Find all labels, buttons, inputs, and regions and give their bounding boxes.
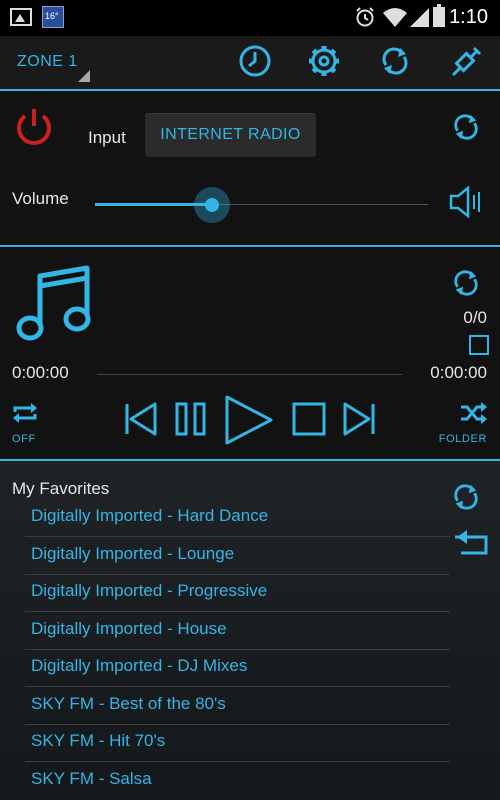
favorites-title: My Favorites	[12, 479, 110, 498]
status-bar: 16° 1:10	[0, 0, 500, 36]
gear-icon[interactable]	[307, 44, 341, 78]
volume-label: Volume	[12, 189, 69, 208]
repeat-icon[interactable]	[12, 402, 38, 424]
favorites-panel: My Favorites Digitally Imported - Hard D…	[0, 461, 500, 800]
favorite-item[interactable]: SKY FM - Best of the 80's	[31, 694, 226, 714]
input-selector[interactable]: INTERNET RADIO	[145, 113, 316, 157]
favorite-item[interactable]: SKY FM - Salsa	[31, 769, 152, 789]
previous-icon[interactable]	[124, 402, 158, 436]
list-separator	[25, 573, 450, 575]
list-separator	[25, 761, 450, 762]
connect-icon[interactable]	[450, 44, 484, 78]
select-checkbox[interactable]	[469, 335, 489, 355]
shuffle-label: FOLDER	[438, 433, 487, 445]
next-icon[interactable]	[342, 402, 376, 436]
back-icon[interactable]	[455, 529, 489, 557]
toolbar-divider	[0, 89, 500, 91]
favorite-item[interactable]: Digitally Imported - Hard Dance	[31, 506, 268, 526]
image-icon	[10, 8, 32, 26]
refresh-player-icon[interactable]	[452, 268, 480, 298]
battery-icon	[433, 4, 445, 27]
list-separator	[25, 648, 450, 650]
track-counter: 0/0	[463, 308, 487, 327]
list-separator	[25, 686, 450, 687]
alarm-icon	[356, 7, 374, 27]
clock-icon[interactable]	[238, 44, 272, 78]
progress-track[interactable]	[97, 374, 402, 375]
speaker-icon[interactable]	[448, 185, 484, 219]
favorite-item[interactable]: Digitally Imported - Lounge	[31, 544, 234, 564]
play-icon[interactable]	[224, 395, 274, 445]
stop-icon[interactable]	[292, 402, 326, 436]
weather-temperature: 16°	[45, 11, 59, 21]
list-separator	[25, 723, 450, 725]
favorite-item[interactable]: SKY FM - Hit 70's	[31, 731, 165, 751]
refresh-icon[interactable]	[380, 45, 410, 77]
list-separator	[25, 611, 450, 612]
music-note-icon	[16, 265, 91, 341]
favorite-item[interactable]: Digitally Imported - Progressive	[31, 581, 267, 601]
volume-slider-thumb[interactable]	[193, 187, 230, 223]
refresh-favorites-icon[interactable]	[452, 482, 480, 512]
elapsed-time: 0:00:00	[12, 363, 69, 382]
zone-selector[interactable]: ZONE 1	[17, 53, 78, 71]
favorite-item[interactable]: Digitally Imported - DJ Mixes	[31, 656, 247, 676]
duration-time: 0:00:00	[430, 363, 487, 382]
input-divider	[0, 245, 500, 247]
dropdown-corner-icon	[78, 70, 90, 82]
shuffle-icon[interactable]	[460, 402, 488, 424]
wifi-icon	[383, 8, 407, 27]
repeat-label: OFF	[12, 433, 36, 445]
signal-icon	[410, 8, 429, 27]
input-value: INTERNET RADIO	[160, 126, 301, 143]
refresh-input-icon[interactable]	[452, 112, 480, 142]
favorite-item[interactable]: Digitally Imported - House	[31, 619, 227, 639]
list-separator	[25, 536, 450, 537]
weather-icon: 16°	[42, 6, 64, 28]
pause-icon[interactable]	[174, 402, 208, 436]
power-icon[interactable]	[13, 106, 55, 148]
input-label: Input	[88, 128, 126, 147]
status-time: 1:10	[449, 6, 488, 28]
